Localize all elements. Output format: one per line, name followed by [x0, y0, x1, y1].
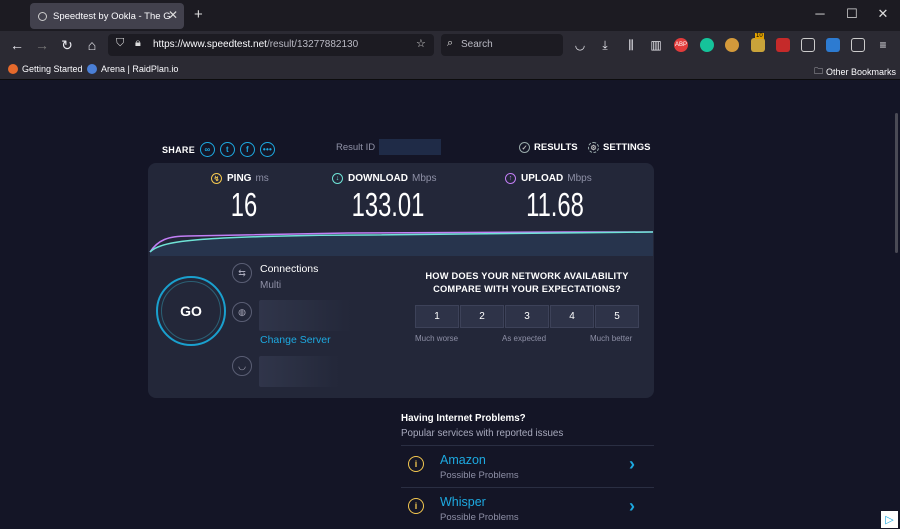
- lock-icon[interactable]: 🔒︎: [135, 37, 141, 50]
- url-text: https://www.speedtest.net/result/1327788…: [153, 39, 359, 50]
- change-server-link[interactable]: Change Server: [260, 334, 331, 346]
- new-tab-button[interactable]: +: [194, 6, 203, 23]
- twitter-icon[interactable]: t: [220, 142, 236, 157]
- search-placeholder: Search: [461, 39, 493, 50]
- scrollbar-thumb[interactable]: [895, 113, 898, 253]
- extension-badge-icon[interactable]: 10: [751, 33, 765, 52]
- folder-icon: 🗀: [814, 66, 824, 76]
- rating-5-button[interactable]: 5: [595, 305, 639, 328]
- ping-value: 16: [230, 186, 258, 223]
- rating-label-better: Much better: [590, 334, 633, 343]
- upload-value: 11.68: [526, 186, 584, 223]
- service-item-whisper[interactable]: i Whisper Possible Problems ›: [401, 488, 654, 528]
- speed-graph: [149, 231, 654, 256]
- availability-question: HOW DOES YOUR NETWORK AVAILABILITY COMPA…: [425, 271, 629, 294]
- problems-subtitle: Popular services with reported issues: [401, 428, 564, 439]
- downloads-icon[interactable]: ⤓: [596, 36, 614, 54]
- rating-4-button[interactable]: 4: [550, 305, 594, 328]
- link-icon[interactable]: ∞: [200, 142, 216, 157]
- tab-title: Speedtest by Ookla - The Global: [53, 10, 171, 22]
- maximize-button[interactable]: ☐: [842, 6, 862, 22]
- service-name: Whisper: [440, 495, 486, 509]
- result-id-label: Result ID: [336, 142, 376, 153]
- download-value: 133.01: [351, 186, 425, 223]
- service-item-amazon[interactable]: i Amazon Possible Problems ›: [401, 446, 654, 486]
- back-icon[interactable]: ←: [8, 36, 26, 54]
- rating-label-worse: Much worse: [415, 334, 459, 343]
- browser-tab[interactable]: Speedtest by Ookla - The Global ✕: [30, 3, 184, 29]
- ad-choices-icon[interactable]: ▷: [881, 511, 898, 528]
- download-label: ↓ DOWNLOAD Mbps: [332, 173, 436, 184]
- connections-icon: ⇆: [232, 263, 252, 283]
- share-label: SHARE: [162, 144, 196, 155]
- bookmark-star-icon[interactable]: ☆: [416, 37, 426, 50]
- adblock-extension-icon[interactable]: ABP: [674, 38, 688, 52]
- facebook-icon[interactable]: f: [240, 142, 256, 157]
- info-icon: i: [408, 456, 424, 472]
- minimize-button[interactable]: ─: [810, 6, 830, 21]
- firefox-icon: [8, 64, 18, 74]
- go-button[interactable]: GO: [156, 276, 226, 346]
- close-tab-icon[interactable]: ✕: [168, 8, 178, 22]
- red-extension-icon[interactable]: [776, 38, 790, 52]
- info-icon: i: [408, 498, 424, 514]
- chevron-right-icon: ›: [629, 454, 635, 474]
- rating-label-expected: As expected: [502, 334, 547, 343]
- globe-icon: ◍: [232, 302, 252, 322]
- speedtest-favicon-icon: [38, 11, 47, 21]
- reload-icon[interactable]: ↻: [58, 36, 76, 54]
- check-icon: ✓: [519, 142, 530, 153]
- page-scrollbar[interactable]: [893, 80, 900, 529]
- result-id-value: [379, 139, 441, 155]
- navigation-toolbar: ← → ↻ ⌂ ⛉ 🔒︎ https://www.speedtest.net/r…: [0, 31, 900, 59]
- more-icon[interactable]: •••: [260, 142, 276, 157]
- other-bookmarks[interactable]: 🗀 Other Bookmarks: [814, 64, 896, 80]
- forward-icon[interactable]: →: [33, 36, 51, 54]
- isp-name-redacted: [259, 300, 351, 331]
- rating-3-button[interactable]: 3: [505, 305, 549, 328]
- raidplan-icon: [87, 64, 97, 74]
- menu-icon[interactable]: ≡: [874, 36, 892, 54]
- download-icon: ↓: [332, 173, 343, 184]
- gear-icon: ⚙: [588, 142, 599, 153]
- upload-icon: ↑: [505, 173, 516, 184]
- results-link[interactable]: ✓ RESULTS: [519, 142, 578, 153]
- rating-1-button[interactable]: 1: [415, 305, 459, 328]
- screen-extension-icon[interactable]: [851, 38, 865, 52]
- monkey-extension-icon[interactable]: [725, 38, 739, 52]
- problems-title: Having Internet Problems?: [401, 413, 526, 424]
- home-icon[interactable]: ⌂: [83, 36, 101, 54]
- user-icon: ◡: [232, 356, 252, 376]
- address-bar[interactable]: ⛉ 🔒︎ https://www.speedtest.net/result/13…: [108, 34, 434, 56]
- go-label: GO: [180, 303, 202, 319]
- search-icon: ⌕: [447, 37, 454, 49]
- page-content: SHARE ∞ t f ••• Result ID ✓ RESULTS ⚙ SETT…: [0, 80, 900, 529]
- chevron-right-icon: ›: [629, 496, 635, 516]
- sidebar-icon[interactable]: ▥: [647, 36, 665, 54]
- settings-link[interactable]: ⚙ SETTINGS: [588, 142, 651, 153]
- service-name: Amazon: [440, 453, 486, 467]
- search-box[interactable]: ⌕ Search: [441, 34, 563, 56]
- library-icon[interactable]: ⫼: [622, 36, 640, 54]
- bookmarks-toolbar: Getting Started Arena | RaidPlan.io 🗀 Oth…: [0, 59, 900, 80]
- connections-label: Connections: [260, 263, 319, 275]
- bookmark-getting-started[interactable]: Getting Started: [8, 64, 83, 74]
- server-name-redacted: [259, 356, 339, 387]
- tab-bar: Speedtest by Ookla - The Global ✕ + ─ ☐ …: [0, 0, 900, 31]
- bookmark-raidplan[interactable]: Arena | RaidPlan.io: [87, 64, 178, 74]
- connections-value[interactable]: Multi: [260, 280, 281, 291]
- service-status: Possible Problems: [440, 512, 519, 523]
- share-bar: SHARE ∞ t f •••: [162, 142, 276, 157]
- reader-extension-icon[interactable]: [801, 38, 815, 52]
- ping-icon: ↯: [211, 173, 222, 184]
- shield-icon[interactable]: ⛉: [116, 37, 124, 50]
- shield-extension-icon[interactable]: [826, 38, 840, 52]
- service-status: Possible Problems: [440, 470, 519, 481]
- upload-label: ↑ UPLOAD Mbps: [505, 173, 592, 184]
- close-window-button[interactable]: ✕: [873, 6, 893, 22]
- ping-label: ↯ PING ms: [211, 173, 269, 184]
- grammarly-extension-icon[interactable]: [700, 38, 714, 52]
- rating-2-button[interactable]: 2: [460, 305, 504, 328]
- pocket-icon[interactable]: ◡: [571, 36, 589, 54]
